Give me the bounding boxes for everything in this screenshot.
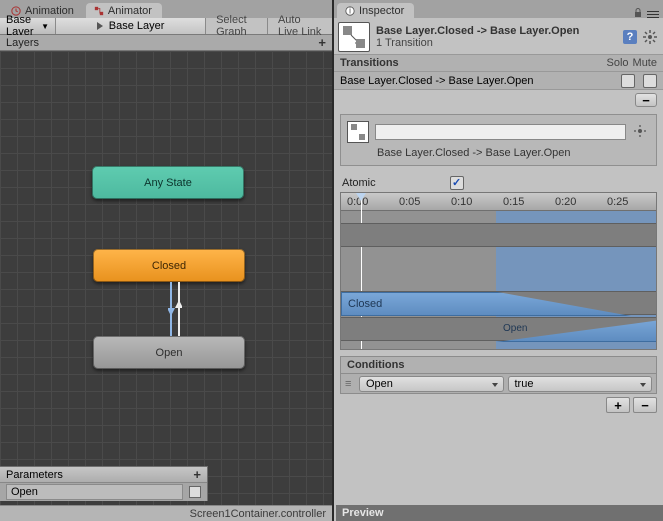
condition-param-dropdown[interactable]: Open bbox=[359, 376, 504, 392]
conditions-section: Conditions ≡ Open true + − bbox=[340, 356, 657, 413]
parameters-panel: Parameters + Open bbox=[0, 466, 208, 501]
mute-column-label: Mute bbox=[633, 57, 657, 69]
tl-label: 0:05 bbox=[399, 196, 420, 208]
atomic-checkbox[interactable] bbox=[450, 176, 464, 190]
tl-label: 0:15 bbox=[503, 196, 524, 208]
mute-checkbox[interactable] bbox=[643, 74, 657, 88]
condition-row[interactable]: ≡ Open true bbox=[340, 374, 657, 394]
bar-label: Open bbox=[503, 323, 527, 334]
transitions-label: Transitions bbox=[340, 57, 399, 69]
add-condition-button[interactable]: + bbox=[606, 397, 630, 413]
atomic-label: Atomic bbox=[342, 177, 376, 189]
preview-label: Preview bbox=[342, 507, 384, 519]
parameter-checkbox[interactable] bbox=[189, 486, 201, 498]
status-text: Screen1Container.controller bbox=[190, 508, 326, 520]
conditions-header-label: Conditions bbox=[347, 359, 404, 371]
timeline-bar-closed[interactable]: Closed bbox=[341, 292, 631, 316]
state-graph-canvas[interactable]: Any State Closed Open Parameters + bbox=[0, 51, 332, 521]
solo-column-label: Solo bbox=[607, 57, 629, 69]
timeline-ruler[interactable]: 0:00 0:05 0:10 0:15 0:20 0:25 bbox=[341, 193, 656, 211]
node-closed[interactable]: Closed bbox=[93, 249, 245, 282]
transition-row-label: Base Layer.Closed -> Base Layer.Open bbox=[340, 75, 534, 87]
animator-panel: Animation Animator Base Layer ▼ Base Lay… bbox=[0, 0, 334, 521]
tab-label: Animator bbox=[108, 5, 152, 17]
transitions-section-header: Transitions Solo Mute bbox=[334, 54, 663, 72]
add-parameter-button[interactable]: + bbox=[193, 467, 201, 482]
tab-animator[interactable]: Animator bbox=[86, 3, 162, 18]
tl-label: 0:25 bbox=[607, 196, 628, 208]
layer-path-label: Base Layer bbox=[109, 20, 165, 32]
gear-icon[interactable] bbox=[643, 30, 657, 44]
right-tab-row: i Inspector bbox=[334, 0, 663, 18]
flow-icon bbox=[94, 6, 104, 16]
condition-value-dropdown[interactable]: true bbox=[508, 376, 653, 392]
parameter-name-field[interactable]: Open bbox=[6, 484, 183, 500]
node-open[interactable]: Open bbox=[93, 336, 245, 369]
add-layer-button[interactable]: + bbox=[318, 35, 326, 50]
inspector-subtitle: 1 Transition bbox=[376, 37, 617, 49]
tab-label: Inspector bbox=[359, 5, 404, 17]
tab-inspector[interactable]: i Inspector bbox=[337, 3, 414, 18]
info-icon: i bbox=[345, 6, 355, 16]
timeline-strip: Closed bbox=[341, 291, 656, 315]
select-graph-button[interactable]: Select Graph bbox=[206, 18, 268, 34]
svg-text:i: i bbox=[349, 6, 351, 16]
parameters-header: Parameters + bbox=[0, 467, 207, 483]
conditions-header: Conditions bbox=[340, 356, 657, 374]
inspector-header: Base Layer.Closed -> Base Layer.Open 1 T… bbox=[334, 18, 663, 54]
condition-value-value: true bbox=[515, 378, 534, 390]
solo-checkbox[interactable] bbox=[621, 74, 635, 88]
transition-list-row[interactable]: Base Layer.Closed -> Base Layer.Open bbox=[334, 72, 663, 90]
bar-label: Closed bbox=[348, 298, 382, 310]
parameters-header-label: Parameters bbox=[6, 469, 63, 481]
base-layer-dropdown[interactable]: Base Layer ▼ bbox=[0, 18, 56, 34]
transition-detail-box: Base Layer.Closed -> Base Layer.Open bbox=[340, 114, 657, 166]
node-label: Closed bbox=[152, 260, 186, 272]
timeline-strip: Open bbox=[341, 317, 656, 341]
transition-icon bbox=[347, 121, 369, 143]
node-label: Any State bbox=[144, 177, 192, 189]
node-label: Open bbox=[156, 347, 183, 359]
layer-path-button[interactable]: Base Layer bbox=[56, 18, 206, 34]
transition-icon bbox=[338, 22, 370, 52]
layers-header: Layers + bbox=[0, 35, 332, 51]
lock-icon[interactable] bbox=[633, 8, 643, 18]
panel-menu-icon[interactable] bbox=[647, 11, 659, 18]
timeline-strip bbox=[341, 223, 656, 247]
node-any-state[interactable]: Any State bbox=[92, 166, 244, 199]
transition-detail-label: Base Layer.Closed -> Base Layer.Open bbox=[347, 147, 650, 159]
remove-condition-button[interactable]: − bbox=[633, 397, 657, 413]
tl-label: 0:20 bbox=[555, 196, 576, 208]
atomic-row: Atomic bbox=[342, 176, 655, 190]
preview-bar[interactable]: Preview bbox=[336, 505, 663, 521]
parameter-row[interactable]: Open bbox=[0, 483, 207, 501]
transition-arrows[interactable] bbox=[168, 282, 182, 336]
remove-transition-button[interactable]: − bbox=[635, 93, 657, 107]
inspector-panel: i Inspector Base Layer.Closed -> Base La… bbox=[334, 0, 663, 521]
tl-label: 0:10 bbox=[451, 196, 472, 208]
transition-name-field[interactable] bbox=[375, 124, 626, 140]
chevron-down-icon: ▼ bbox=[41, 22, 49, 31]
play-icon bbox=[97, 22, 103, 30]
drag-handle-icon[interactable]: ≡ bbox=[345, 378, 355, 390]
status-bar: Screen1Container.controller bbox=[0, 505, 332, 521]
transition-timeline[interactable]: 0:00 0:05 0:10 0:15 0:20 0:25 Closed Ope… bbox=[340, 192, 657, 350]
transition-settings-button[interactable] bbox=[632, 124, 650, 140]
layers-header-label: Layers bbox=[6, 37, 39, 49]
condition-param-value: Open bbox=[366, 378, 393, 390]
help-button[interactable]: ? bbox=[623, 30, 637, 44]
animator-toolbar: Base Layer ▼ Base Layer Select Graph Aut… bbox=[0, 18, 332, 35]
auto-live-link-toggle[interactable]: Auto Live Link bbox=[268, 18, 332, 34]
inspector-title: Base Layer.Closed -> Base Layer.Open bbox=[376, 25, 617, 37]
